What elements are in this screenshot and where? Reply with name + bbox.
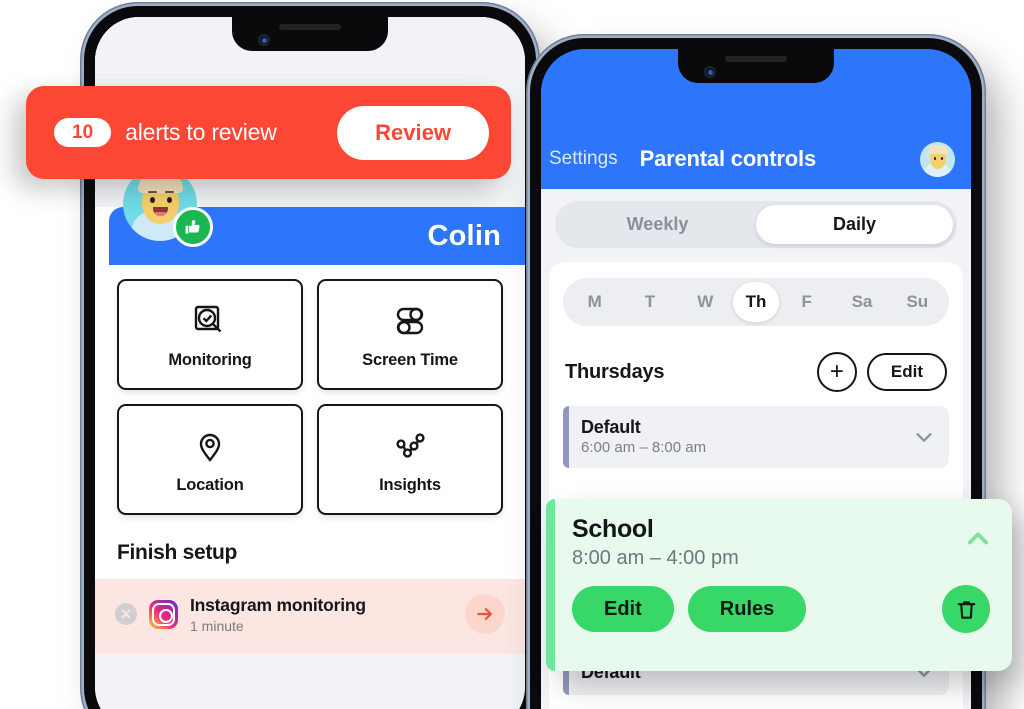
dashboard-body: Monitoring Screen Time Location Insights… [95, 207, 525, 654]
front-camera-icon [704, 66, 716, 78]
feature-tile-grid: Monitoring Screen Time Location Insights [117, 279, 503, 515]
day-sa[interactable]: Sa [834, 282, 889, 322]
map-pin-icon [190, 424, 230, 468]
arrow-right-icon[interactable] [465, 594, 505, 634]
slot-time: 6:00 am – 8:00 am [581, 439, 707, 456]
front-camera-icon [258, 34, 270, 46]
setup-task-row[interactable]: ✕ Instagram monitoring 1 minute [95, 579, 525, 654]
toggles-icon [390, 299, 430, 343]
day-su[interactable]: Su [890, 282, 945, 322]
setup-task-duration: 1 minute [190, 617, 244, 634]
alert-banner-text: alerts to review [125, 119, 277, 145]
tab-daily[interactable]: Daily [756, 205, 953, 244]
tile-insights[interactable]: Insights [317, 404, 503, 515]
tile-label: Location [176, 476, 244, 494]
magnifier-check-icon [190, 299, 230, 343]
day-selector: M T W Th F Sa Su [563, 278, 949, 326]
add-schedule-button[interactable]: + [816, 352, 857, 392]
tab-weekly[interactable]: Weekly [559, 205, 756, 244]
school-edit-button[interactable]: Edit [572, 586, 674, 632]
school-slot-actions: Edit Rules [572, 585, 990, 633]
edit-schedule-button[interactable]: Edit [866, 352, 947, 392]
day-m[interactable]: M [567, 282, 622, 322]
chevron-up-icon[interactable] [964, 525, 992, 553]
tile-label: Screen Time [362, 351, 458, 369]
avatar-hair [928, 144, 948, 154]
earpiece-speaker [279, 24, 341, 30]
page-title: Parental controls [639, 146, 817, 171]
avatar-eye-left [150, 197, 155, 203]
tile-label: Monitoring [168, 351, 252, 369]
alert-count-badge: 10 [54, 118, 112, 147]
avatar-brow-left [148, 191, 157, 193]
screenshot-stage: Colin Monitoring Screen Time Location In… [0, 0, 1024, 709]
segmented-control: Weekly Daily [555, 201, 957, 248]
day-f[interactable]: F [779, 282, 834, 322]
back-button[interactable]: Settings [549, 148, 618, 170]
avatar-brow-right [165, 191, 174, 193]
right-phone-notch [678, 49, 834, 83]
close-circle-icon[interactable]: ✕ [115, 603, 137, 625]
parent-avatar[interactable] [920, 141, 955, 177]
avatar-eye-right [167, 197, 172, 203]
chevron-down-icon[interactable] [913, 426, 935, 448]
school-slot-name: School [572, 515, 654, 543]
node-graph-icon [390, 424, 430, 468]
setup-task-text: Instagram monitoring 1 minute [190, 595, 453, 634]
day-t[interactable]: T [622, 282, 677, 322]
alerts-banner[interactable]: 10 alerts to review Review [26, 86, 511, 179]
day-th[interactable]: Th [732, 282, 779, 322]
thumbs-up-icon [173, 207, 213, 247]
schedule-day-title: Thursdays [565, 360, 665, 383]
view-mode-switch: Weekly Daily [541, 189, 971, 258]
tile-location[interactable]: Location [117, 404, 303, 515]
tile-label: Insights [379, 476, 441, 494]
trash-icon[interactable] [942, 585, 990, 633]
school-slot-time: 8:00 am – 4:00 pm [572, 547, 739, 569]
review-button[interactable]: Review [337, 105, 489, 160]
schedule-header: Thursdays + Edit [565, 352, 947, 392]
earpiece-speaker [725, 56, 787, 62]
child-name: Colin [427, 219, 501, 252]
slot-text: Default 6:00 am – 8:00 am [581, 417, 706, 456]
school-rules-button[interactable]: Rules [687, 586, 807, 632]
tile-monitoring[interactable]: Monitoring [117, 279, 303, 390]
left-phone-notch [232, 17, 388, 51]
setup-task-title: Instagram monitoring [190, 594, 366, 615]
finish-setup-heading: Finish setup [117, 541, 238, 564]
slot-name: Default [581, 417, 641, 437]
schedule-slot-school[interactable]: School 8:00 am – 4:00 pm Edit Rules [546, 499, 1012, 671]
schedule-slot-default-1[interactable]: Default 6:00 am – 8:00 am [563, 406, 949, 468]
instagram-icon [149, 599, 178, 629]
tile-screen-time[interactable]: Screen Time [317, 279, 503, 390]
day-w[interactable]: W [678, 282, 733, 322]
app-navbar: Settings Parental controls [541, 129, 971, 189]
